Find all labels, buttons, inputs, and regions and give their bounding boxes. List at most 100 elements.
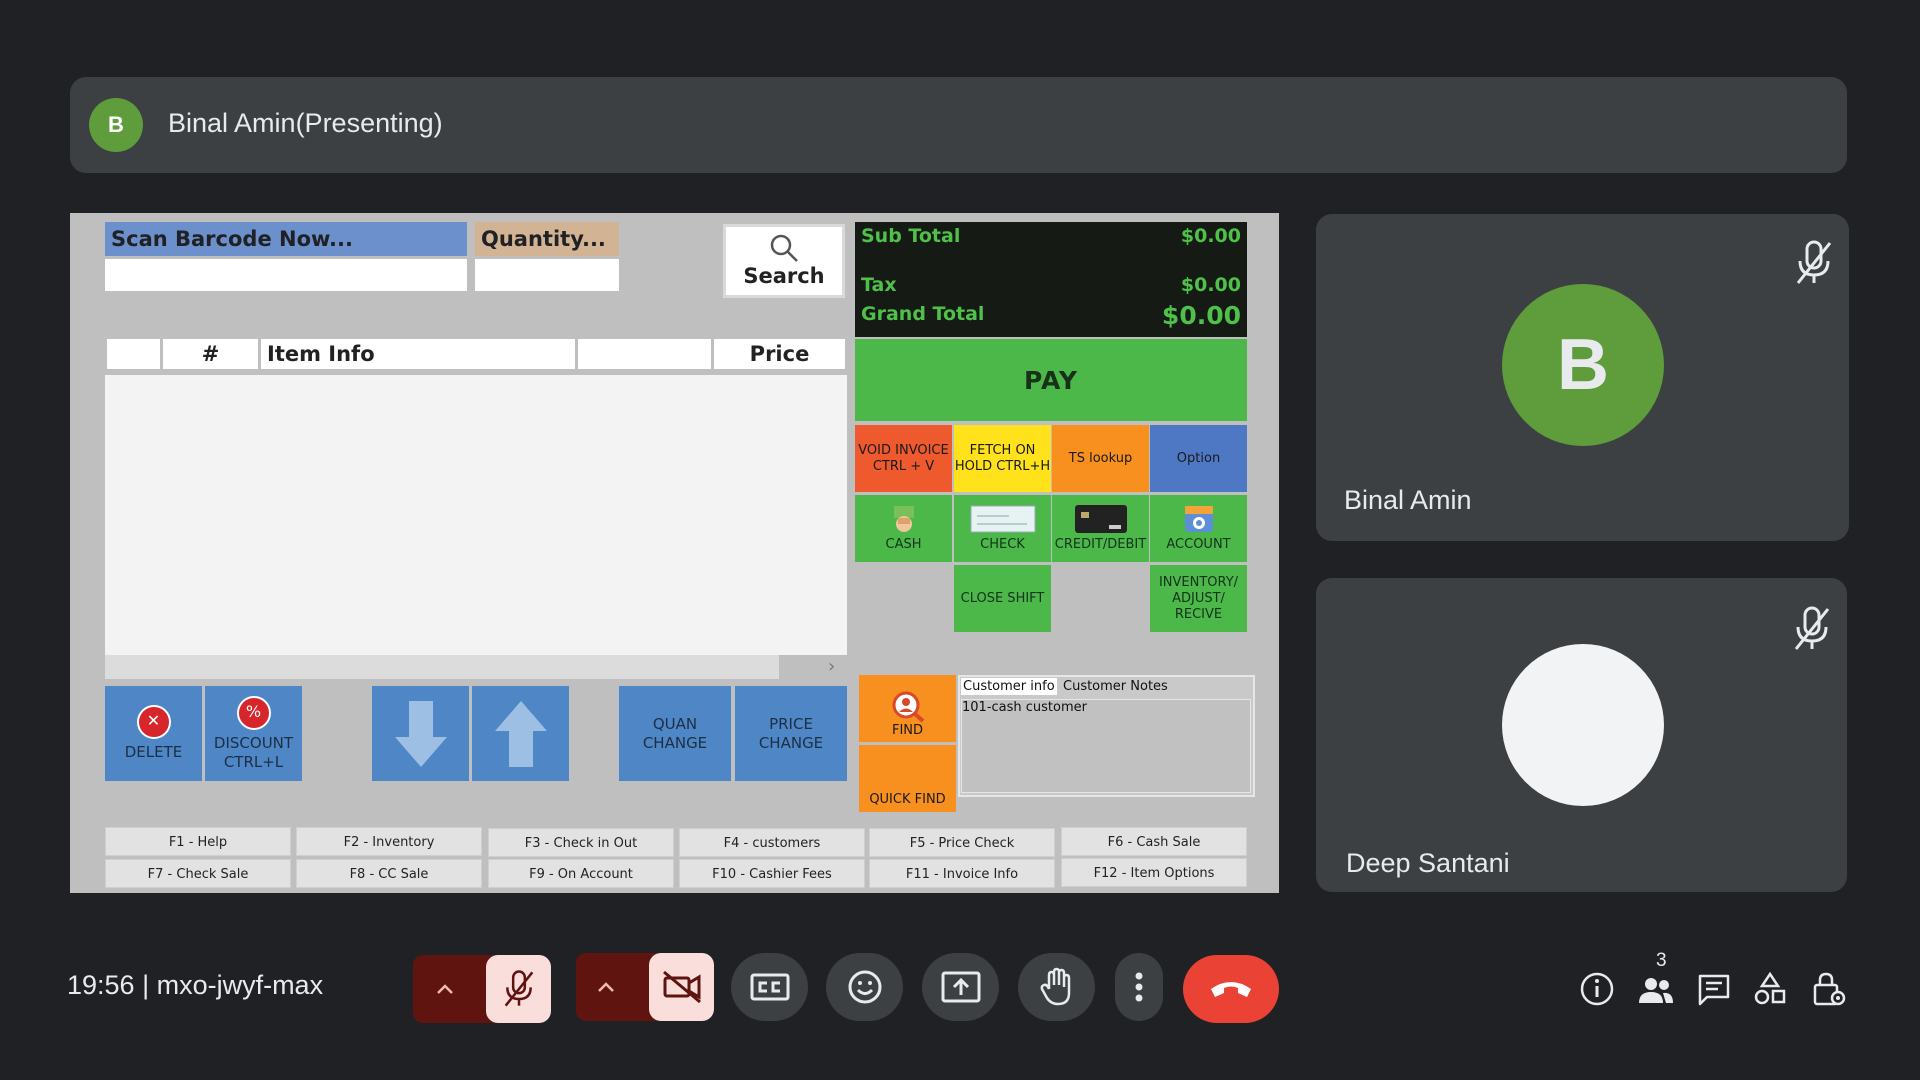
- activities-icon[interactable]: [1754, 972, 1786, 1006]
- column-header: Item Info: [261, 339, 575, 369]
- tax-value: $0.00: [1180, 274, 1241, 296]
- meeting-info: 19:56 | mxo-jwyf-max: [67, 970, 324, 1000]
- info-icon[interactable]: [1579, 971, 1615, 1007]
- barcode-input[interactable]: [105, 259, 467, 291]
- chat-icon[interactable]: [1697, 973, 1731, 1007]
- discount-button[interactable]: % DISCOUNT CTRL+L: [205, 686, 302, 781]
- delete-button[interactable]: ✕ DELETE: [105, 686, 202, 781]
- customer-value: 101-cash customer: [962, 700, 1087, 715]
- find-customer-icon: [892, 691, 924, 723]
- quick-find-button[interactable]: QUICK FIND: [859, 745, 956, 812]
- search-label: Search: [743, 264, 825, 288]
- function-key[interactable]: F4 - customers: [679, 828, 865, 857]
- participant-name: Deep Santani: [1346, 848, 1510, 878]
- more-vert-icon: [1135, 972, 1143, 1002]
- chevron-right-icon[interactable]: ›: [828, 656, 835, 677]
- find-label: FIND: [891, 723, 924, 738]
- check-label: CHECK: [980, 537, 1025, 552]
- emoji-icon: [848, 970, 881, 1004]
- tab-customer-notes[interactable]: Customer Notes: [1063, 679, 1168, 694]
- function-key[interactable]: F2 - Inventory: [296, 827, 482, 856]
- search-button[interactable]: Search: [723, 224, 845, 298]
- column-header: [107, 339, 160, 369]
- raise-hand-button[interactable]: [1018, 953, 1095, 1021]
- avatar: B: [1502, 284, 1664, 446]
- column-header: #: [163, 339, 258, 369]
- function-key[interactable]: F12 - Item Options: [1061, 858, 1247, 887]
- credit-debit-label: CREDIT/DEBIT: [1054, 537, 1147, 552]
- presenter-bar: B Binal Amin(Presenting): [70, 77, 1847, 173]
- fetch-on-hold-button[interactable]: FETCH ON HOLD CTRL+H: [954, 425, 1051, 492]
- ts-lookup-button[interactable]: TS lookup: [1052, 425, 1149, 492]
- function-key[interactable]: F9 - On Account: [488, 859, 674, 888]
- customer-panel: Customer info Customer Notes 101-cash cu…: [958, 675, 1255, 797]
- credit-card-icon: [1074, 505, 1127, 533]
- quantity-input[interactable]: [475, 259, 619, 291]
- close-shift-button[interactable]: CLOSE SHIFT: [954, 565, 1051, 632]
- discount-icon: %: [236, 695, 271, 730]
- tax-label: Tax: [861, 274, 897, 296]
- more-options-button[interactable]: [1115, 953, 1163, 1021]
- end-call-icon: [1211, 982, 1251, 997]
- function-key[interactable]: F6 - Cash Sale: [1061, 827, 1247, 856]
- credit-debit-button[interactable]: CREDIT/DEBIT: [1052, 495, 1149, 562]
- horizontal-scrollbar[interactable]: [105, 655, 779, 679]
- column-header: [578, 339, 711, 369]
- presenter-name: Binal Amin(Presenting): [168, 108, 443, 138]
- check-button[interactable]: CHECK: [954, 495, 1051, 562]
- cash-button[interactable]: CASH: [855, 495, 952, 562]
- quantity-label: Quantity...: [475, 222, 619, 256]
- function-key[interactable]: F3 - Check in Out: [488, 828, 674, 857]
- search-icon: [770, 234, 798, 262]
- void-invoice-button[interactable]: VOID INVOICE CTRL + V: [855, 425, 952, 492]
- arrow-down-icon: [394, 700, 447, 767]
- camera-toggle-button[interactable]: [649, 953, 714, 1021]
- arrow-up-icon: [494, 700, 547, 767]
- check-icon: [970, 505, 1035, 533]
- closed-captions-icon: [750, 973, 789, 1001]
- discount-label: DISCOUNT CTRL+L: [213, 733, 294, 771]
- grand-total-label: Grand Total: [861, 303, 985, 325]
- scroll-down-button[interactable]: [372, 686, 469, 781]
- tab-customer-info[interactable]: Customer info: [961, 678, 1057, 695]
- quan-change-button[interactable]: QUAN CHANGE: [619, 686, 731, 781]
- people-icon[interactable]: [1637, 975, 1675, 1005]
- function-key[interactable]: F10 - Cashier Fees: [679, 859, 865, 888]
- option-button[interactable]: Option: [1150, 425, 1247, 492]
- captions-button[interactable]: [731, 953, 808, 1021]
- present-screen-button[interactable]: [922, 953, 999, 1021]
- function-key[interactable]: F1 - Help: [105, 827, 291, 856]
- customer-info-box: 101-cash customer: [961, 699, 1251, 793]
- mic-off-icon: [1796, 240, 1832, 284]
- inventory-adjust-button[interactable]: INVENTORY/ ADJUST/ RECIVE: [1150, 565, 1247, 632]
- function-key[interactable]: F5 - Price Check: [869, 828, 1055, 857]
- participant-tile[interactable]: B Binal Amin: [1316, 214, 1849, 541]
- mic-off-icon: [1794, 606, 1830, 650]
- function-key[interactable]: F7 - Check Sale: [105, 859, 291, 888]
- delete-icon: ✕: [136, 705, 171, 739]
- function-key[interactable]: F8 - CC Sale: [296, 859, 482, 888]
- sub-total-label: Sub Total: [861, 225, 961, 247]
- column-header: Price: [714, 339, 845, 369]
- cash-icon: [893, 506, 914, 532]
- leave-call-button[interactable]: [1183, 955, 1279, 1023]
- item-grid[interactable]: [105, 375, 847, 655]
- presenter-avatar: B: [89, 98, 143, 152]
- scroll-up-button[interactable]: [472, 686, 569, 781]
- function-key[interactable]: F11 - Invoice Info: [869, 859, 1055, 888]
- mic-off-icon: [504, 970, 533, 1007]
- account-icon: [1184, 506, 1213, 532]
- barcode-label: Scan Barcode Now...: [105, 222, 467, 256]
- host-controls-icon[interactable]: [1812, 971, 1846, 1007]
- find-button[interactable]: FIND: [859, 675, 956, 742]
- account-button[interactable]: ACCOUNT: [1150, 495, 1247, 562]
- price-change-button[interactable]: PRICE CHANGE: [735, 686, 847, 781]
- totals-panel: Sub Total $0.00 Tax $0.00 Grand Total $0…: [855, 222, 1247, 337]
- mic-toggle-button[interactable]: [486, 955, 551, 1023]
- chevron-up-icon: [437, 984, 453, 994]
- pay-button[interactable]: PAY: [855, 339, 1247, 421]
- people-count: 3: [1656, 950, 1667, 971]
- participant-name: Binal Amin: [1344, 485, 1472, 515]
- reactions-button[interactable]: [826, 953, 903, 1021]
- participant-tile[interactable]: Deep Santani: [1316, 578, 1847, 892]
